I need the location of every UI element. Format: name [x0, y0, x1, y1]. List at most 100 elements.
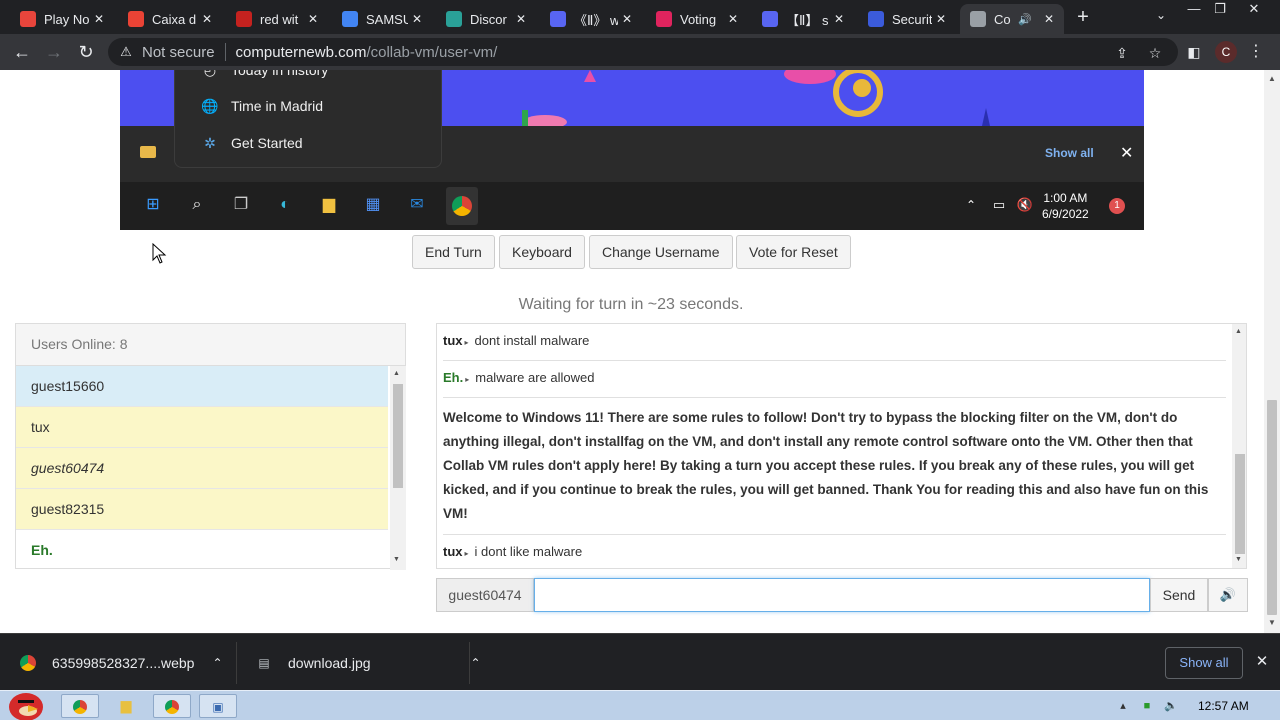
tray-chevron-icon[interactable]: ▴: [1116, 699, 1130, 713]
download-divider: [469, 642, 470, 684]
back-button[interactable]: ←: [10, 40, 34, 64]
scroll-down-arrow[interactable]: ▼: [1235, 556, 1242, 563]
tab-close-icon[interactable]: ✕: [932, 12, 950, 26]
download-item-jpg[interactable]: ▤ download.jpg ⌃: [256, 634, 481, 691]
tray-app-icon[interactable]: ■: [1140, 699, 1154, 713]
tab-close-icon[interactable]: ✕: [198, 12, 216, 26]
search-icon[interactable]: ⌕: [184, 192, 210, 218]
tab-search-icon[interactable]: ⌄: [1152, 8, 1170, 26]
host-chrome-button-2[interactable]: [153, 694, 191, 718]
tab-close-icon[interactable]: ✕: [724, 12, 742, 26]
scroll-up-arrow[interactable]: ▲: [393, 370, 400, 377]
sound-toggle-icon[interactable]: 🔊: [1208, 578, 1248, 612]
tab-1[interactable]: Play No ✕: [10, 4, 114, 34]
tab-9[interactable]: Securit ✕: [858, 4, 956, 34]
vote-reset-button[interactable]: Vote for Reset: [736, 235, 851, 269]
tab-close-icon[interactable]: ✕: [830, 12, 848, 26]
downloads-close-icon[interactable]: ✕: [1252, 652, 1272, 672]
tab-close-icon[interactable]: ✕: [1040, 12, 1058, 26]
tab-strip: Play No ✕ Caixa d ✕ red wit ✕ SAMSU ✕ Discor ✕ 《Ⅱ》…: [0, 0, 1280, 34]
mail-icon[interactable]: ✉: [404, 192, 430, 218]
volume-muted-icon[interactable]: 🔈: [1164, 699, 1178, 713]
share-icon[interactable]: ⇪: [1113, 44, 1131, 62]
tab-2[interactable]: Caixa d ✕: [118, 4, 222, 34]
host-window-button[interactable]: ▣: [199, 694, 237, 718]
profile-avatar[interactable]: C: [1215, 41, 1237, 63]
tab-3[interactable]: red wit ✕: [226, 4, 328, 34]
start-item-today-history[interactable]: ◴ Today in history: [201, 70, 328, 80]
change-username-button[interactable]: Change Username: [589, 235, 733, 269]
tray-chevron-icon[interactable]: ⌃: [958, 192, 984, 218]
tab-6[interactable]: 《Ⅱ》 w ✕: [540, 4, 642, 34]
discord-icon: [762, 11, 778, 27]
tab-close-icon[interactable]: ✕: [512, 12, 530, 26]
end-turn-button[interactable]: End Turn: [412, 235, 495, 269]
tab-close-icon[interactable]: ✕: [304, 12, 322, 26]
vm-clock[interactable]: 1:00 AM 6/9/2022: [1042, 190, 1089, 222]
host-clock[interactable]: 12:57 AM: [1198, 699, 1249, 713]
windows-start-icon[interactable]: ⊞: [140, 192, 166, 218]
page-scroll-thumb[interactable]: [1267, 400, 1277, 615]
tab-4[interactable]: SAMSU ✕: [332, 4, 432, 34]
scroll-up-arrow[interactable]: ▲: [1235, 328, 1242, 335]
not-secure-label[interactable]: Not secure: [142, 44, 215, 61]
chrome-icon[interactable]: [446, 187, 478, 225]
tab-8[interactable]: 【Ⅱ】 s ✕: [752, 4, 854, 34]
user-list-item[interactable]: guest15660: [16, 366, 388, 407]
bookmark-star-icon[interactable]: ☆: [1146, 44, 1164, 62]
address-bar[interactable]: ⚠ Not secure computernewb.com/collab-vm/…: [108, 38, 1178, 66]
notification-badge[interactable]: 1: [1109, 198, 1125, 214]
chat-scroll-thumb[interactable]: [1235, 454, 1245, 554]
volume-muted-icon[interactable]: 🔇: [1012, 192, 1038, 218]
tab-10[interactable]: Co 🔊 ✕: [960, 4, 1064, 34]
users-scroll-thumb[interactable]: [393, 384, 403, 488]
user-list-item[interactable]: tux: [16, 407, 388, 448]
restore-button[interactable]: ❐: [1206, 0, 1234, 18]
network-icon[interactable]: ▭: [986, 192, 1012, 218]
vm-screen[interactable]: Show all ✕ ◴ Today in history 🌐 Time in …: [120, 70, 1144, 230]
start-item-time-madrid[interactable]: 🌐 Time in Madrid: [201, 96, 323, 116]
task-view-icon[interactable]: ❐: [228, 192, 254, 218]
chat-scrollbar[interactable]: ▲ ▼: [1232, 324, 1246, 568]
chevron-up-icon[interactable]: ⌃: [471, 656, 481, 670]
users-scrollbar[interactable]: ▲ ▼: [390, 366, 406, 570]
tab-5[interactable]: Discor ✕: [436, 4, 536, 34]
send-button[interactable]: Send: [1150, 578, 1208, 612]
host-explorer-button[interactable]: ▆: [107, 694, 145, 718]
store-icon[interactable]: ▦: [360, 192, 386, 218]
user-list-item[interactable]: Eh.: [16, 530, 388, 570]
page-scrollbar[interactable]: ▲ ▼: [1264, 70, 1280, 633]
tab-close-icon[interactable]: ✕: [618, 12, 636, 26]
file-explorer-icon[interactable]: ▆: [316, 192, 342, 218]
chat-input[interactable]: [534, 578, 1150, 612]
url-text[interactable]: computernewb.com/collab-vm/user-vm/: [236, 44, 498, 61]
tab-7[interactable]: Voting ✕: [646, 4, 748, 34]
forward-button[interactable]: →: [42, 40, 66, 64]
scroll-down-arrow[interactable]: ▼: [393, 556, 400, 563]
reload-button[interactable]: ↻: [74, 40, 98, 64]
scroll-up-arrow[interactable]: ▲: [1267, 74, 1277, 84]
download-item-webp[interactable]: 635998528327....webp ⌃: [20, 634, 223, 691]
window-close-button[interactable]: ✕: [1240, 0, 1268, 18]
keyboard-button[interactable]: Keyboard: [499, 235, 585, 269]
vm-download-close-icon[interactable]: ✕: [1120, 143, 1133, 163]
red-circle-icon: [236, 11, 252, 27]
edge-icon[interactable]: ◐: [272, 192, 298, 218]
tab-audio-icon[interactable]: 🔊: [1016, 13, 1034, 26]
tab-close-icon[interactable]: ✕: [408, 12, 426, 26]
vm-show-all-link[interactable]: Show all: [1045, 146, 1094, 160]
minimize-button[interactable]: —: [1180, 0, 1208, 18]
side-panel-icon[interactable]: ◧: [1185, 43, 1203, 61]
tab-close-icon[interactable]: ✕: [90, 12, 108, 26]
host-chrome-button[interactable]: [61, 694, 99, 718]
new-tab-button[interactable]: +: [1072, 6, 1094, 28]
warning-icon[interactable]: ⚠: [118, 44, 134, 60]
angry-bird-icon[interactable]: [4, 685, 48, 720]
menu-icon[interactable]: ⋮: [1248, 40, 1264, 64]
user-list-item[interactable]: guest60474: [16, 448, 388, 489]
chevron-up-icon[interactable]: ⌃: [212, 656, 222, 670]
downloads-show-all-button[interactable]: Show all: [1165, 647, 1243, 679]
start-item-get-started[interactable]: ✲ Get Started: [201, 133, 302, 153]
scroll-down-arrow[interactable]: ▼: [1267, 618, 1277, 628]
user-list-item[interactable]: guest82315: [16, 489, 388, 530]
